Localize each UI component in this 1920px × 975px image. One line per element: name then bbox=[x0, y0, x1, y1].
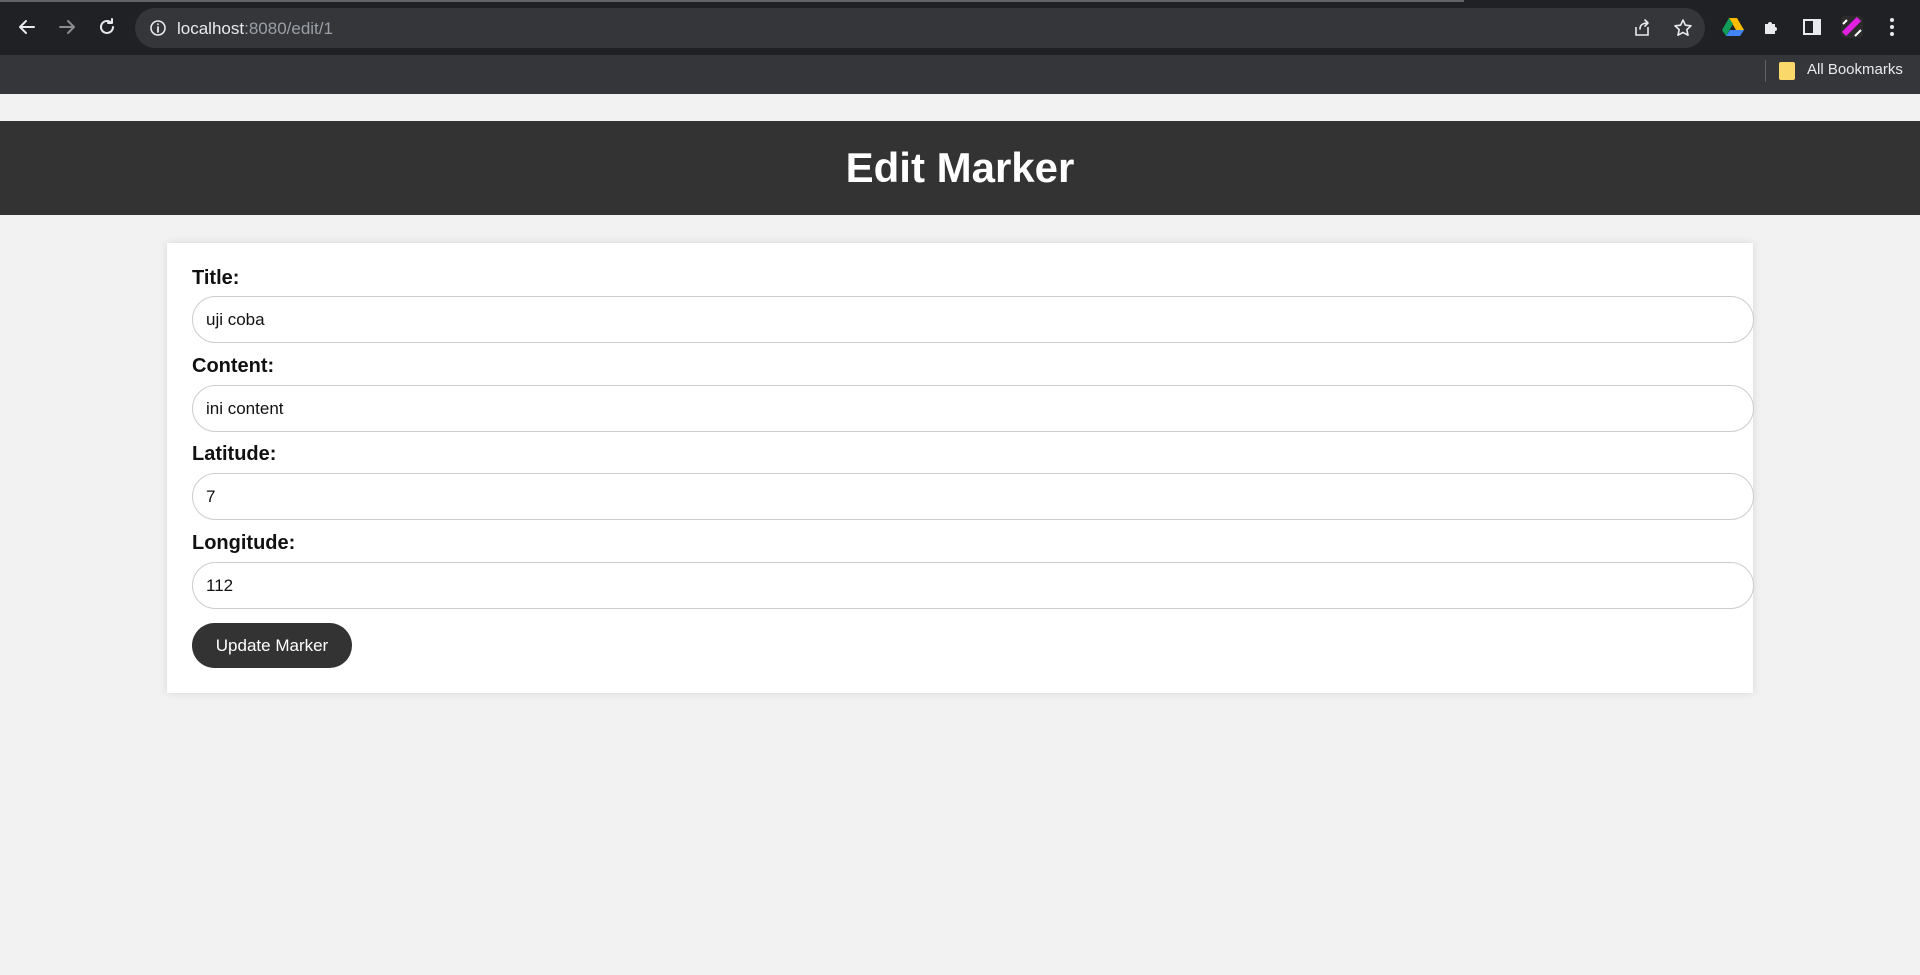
side-panel-icon[interactable] bbox=[1799, 14, 1825, 40]
extensions-puzzle-icon[interactable] bbox=[1759, 14, 1785, 40]
browser-chrome: localhost:8080/edit/1 All Bookmarks bbox=[0, 0, 1920, 94]
share-icon[interactable] bbox=[1631, 17, 1653, 39]
loading-bar bbox=[0, 0, 1464, 2]
page-title: Edit Marker bbox=[845, 144, 1075, 191]
update-marker-button[interactable]: Update Marker bbox=[192, 623, 352, 668]
site-info-icon[interactable] bbox=[149, 19, 167, 42]
page-header: Edit Marker bbox=[0, 121, 1920, 215]
latitude-label: Latitude: bbox=[192, 443, 277, 465]
address-bar[interactable]: localhost:8080/edit/1 bbox=[135, 8, 1705, 48]
url-host: localhost bbox=[177, 19, 245, 38]
edit-marker-form: Title: Content: Latitude: Longitude: Upd… bbox=[167, 243, 1754, 693]
title-label: Title: bbox=[192, 267, 240, 289]
drive-icon[interactable] bbox=[1720, 14, 1746, 40]
more-menu-icon[interactable] bbox=[1879, 14, 1905, 40]
latitude-input[interactable] bbox=[192, 473, 1754, 520]
back-icon[interactable] bbox=[11, 11, 43, 43]
profile-avatar[interactable] bbox=[1839, 14, 1865, 40]
url-path: :8080/edit/1 bbox=[244, 19, 333, 38]
forward-icon[interactable] bbox=[51, 11, 83, 43]
longitude-input[interactable] bbox=[192, 562, 1754, 609]
reload-icon[interactable] bbox=[91, 11, 123, 43]
bookmarks-folder-icon bbox=[1779, 62, 1795, 80]
browser-toolbar: localhost:8080/edit/1 bbox=[0, 0, 1920, 55]
content-input[interactable] bbox=[192, 385, 1754, 432]
title-input[interactable] bbox=[192, 296, 1754, 343]
url-text[interactable]: localhost:8080/edit/1 bbox=[177, 19, 333, 39]
bookmarks-separator bbox=[1765, 60, 1766, 82]
longitude-label: Longitude: bbox=[192, 532, 296, 554]
content-label: Content: bbox=[192, 355, 275, 377]
all-bookmarks-button[interactable]: All Bookmarks bbox=[1807, 61, 1903, 78]
bookmark-star-icon[interactable] bbox=[1672, 17, 1694, 39]
